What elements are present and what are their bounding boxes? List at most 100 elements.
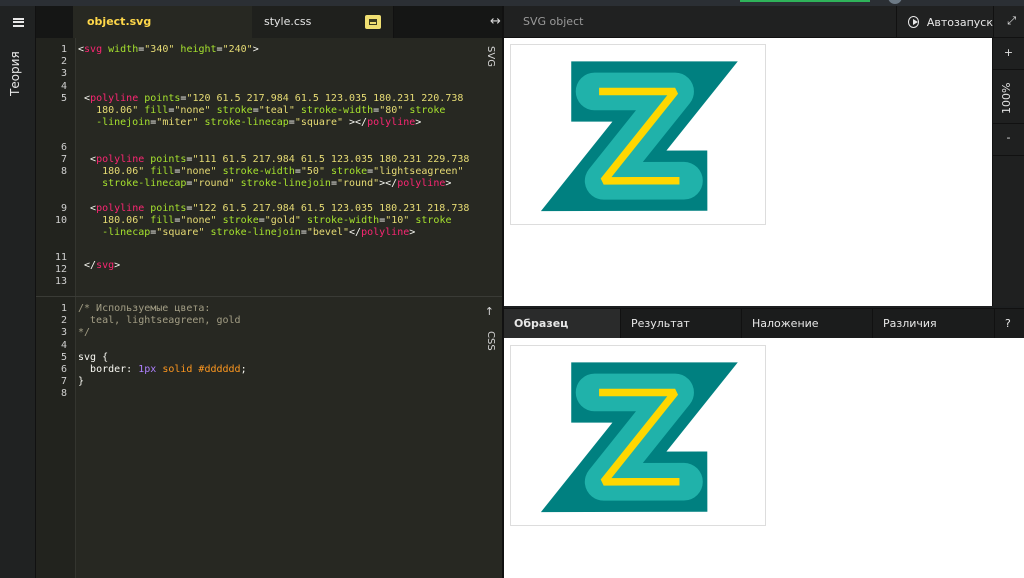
code-line: /* Используемые цвета: — [78, 303, 211, 314]
autorun-button[interactable]: Автозапуск — [896, 6, 994, 38]
code-token: 120 61.5 217.984 61.5 123.035 180.231 22… — [192, 93, 464, 104]
help-button[interactable]: ? — [995, 309, 1024, 339]
line-number: 2 — [60, 315, 67, 326]
separator — [993, 123, 1024, 124]
code-token: 50 — [306, 166, 319, 177]
expand-icon[interactable]: ⤢ — [1007, 14, 1016, 28]
line-number: 9 — [60, 203, 67, 214]
theory-tab[interactable]: Теория — [8, 50, 22, 98]
code-token: bevel — [312, 227, 343, 238]
code-line: <polyline points="120 61.5 217.984 61.5 … — [84, 93, 464, 104]
line-number: 6 — [60, 364, 67, 375]
code-token: 80 — [385, 105, 398, 116]
line-number: 13 — [54, 276, 67, 287]
line-number: 4 — [60, 340, 67, 351]
code-line: 180.06" fill="none" stroke="teal" stroke… — [96, 105, 446, 116]
line-number: 3 — [60, 68, 67, 79]
svg-result — [510, 44, 766, 225]
line-number: 2 — [60, 56, 67, 67]
tab-sample[interactable]: Образец — [504, 309, 621, 339]
code-token: 240 — [228, 44, 247, 55]
zoom-in-button[interactable]: + — [993, 46, 1024, 59]
sidebar: Теория — [0, 6, 36, 578]
code-token: 1px — [138, 364, 157, 375]
line-number: 8 — [60, 166, 67, 177]
code-token: round — [343, 178, 374, 189]
tab-differences[interactable]: Различия — [873, 309, 995, 339]
code-line: -linejoin="miter" stroke-linecap="square… — [96, 117, 422, 128]
code-line: 180.06" fill="none" stroke="gold" stroke… — [102, 215, 452, 226]
editor-mode-label: CSS — [485, 331, 496, 351]
code-line: 180.06" fill="none" stroke-width="50" st… — [102, 166, 464, 177]
tab-overlay[interactable]: Наложение — [742, 309, 873, 339]
code-line: } — [78, 376, 85, 387]
code-token: 180.06 — [102, 166, 139, 177]
code-token: 122 61.5 217.984 61.5 123.035 180.231 21… — [198, 203, 470, 214]
code-token: teal — [264, 105, 289, 116]
code-token: lightseagreen — [379, 166, 458, 177]
code-token: none — [186, 215, 211, 226]
code-token: miter — [162, 117, 193, 128]
result-z-drawing — [540, 61, 738, 212]
progress-indicator — [740, 0, 870, 2]
line-number: 8 — [60, 388, 67, 399]
line-number: 12 — [54, 264, 67, 275]
line-number: 6 — [60, 142, 67, 153]
preview-header: ↔ SVG object Автозапуск ⤢ — [490, 6, 1024, 38]
code-token: gold — [270, 215, 295, 226]
zoom-bar: + 100% - — [992, 38, 1024, 306]
code-line: <svg width="340" height="240"> — [78, 44, 259, 55]
code-token: border — [90, 364, 127, 375]
line-number: 11 — [54, 252, 67, 263]
menu-button[interactable] — [0, 6, 36, 38]
editor-tab-bar: object.svg style.css — [36, 6, 502, 38]
split-editor-icon[interactable] — [365, 15, 381, 29]
sample-canvas — [504, 338, 1024, 578]
line-number: 7 — [60, 376, 67, 387]
code-token: none — [186, 166, 211, 177]
code-token: square — [162, 227, 199, 238]
hamburger-icon — [12, 17, 24, 27]
svg-editor[interactable]: SVG <svg width="340" height="240"> <poly… — [36, 38, 502, 296]
css-editor[interactable]: ↑ CSS /* Используемые цвета: teal, light… — [36, 297, 502, 578]
autorun-label: Автозапуск — [926, 15, 993, 29]
code-token: 10 — [391, 215, 404, 226]
tab-result[interactable]: Результат — [621, 309, 742, 339]
tab-object-svg[interactable]: object.svg — [73, 6, 252, 38]
code-line: </svg> — [78, 260, 121, 271]
line-number: 5 — [60, 352, 67, 363]
code-token: round — [198, 178, 229, 189]
code-line: <polyline points="122 61.5 217.984 61.5 … — [90, 203, 470, 214]
code-token: 111 61.5 217.984 61.5 123.035 180.231 22… — [198, 154, 470, 165]
editor-mode-label: SVG — [485, 46, 496, 67]
code-line: svg { — [78, 352, 109, 363]
line-number: 5 — [60, 93, 67, 104]
code-line: teal, lightseagreen, gold — [78, 315, 241, 326]
line-number: 1 — [60, 44, 67, 55]
code-token: 180.06 — [102, 215, 139, 226]
line-number: 7 — [60, 154, 67, 165]
zoom-out-button[interactable]: - — [993, 131, 1024, 144]
code-line: stroke-linecap="round" stroke-linejoin="… — [102, 178, 452, 189]
preview-title: SVG object — [523, 15, 584, 28]
code-token: 180.06 — [96, 105, 133, 116]
line-number: 3 — [60, 327, 67, 338]
play-icon — [908, 16, 919, 28]
code-token: square — [300, 117, 337, 128]
code-line: border: 1px solid #dddddd; — [90, 364, 247, 375]
code-line: -linecap="square" stroke-linejoin="bevel… — [102, 227, 416, 238]
swap-panes-icon[interactable]: ↔ — [490, 14, 501, 29]
sample-z-drawing — [540, 362, 738, 513]
code-line: */ — [78, 327, 91, 338]
arrow-up-icon[interactable]: ↑ — [485, 305, 494, 318]
code-token: 340 — [150, 44, 169, 55]
separator — [993, 69, 1024, 70]
code-token: solid #dddddd — [162, 364, 241, 375]
line-number: 1 — [60, 303, 67, 314]
line-number: 4 — [60, 81, 67, 92]
code-token: none — [180, 105, 205, 116]
code-line: <polyline points="111 61.5 217.984 61.5 … — [90, 154, 470, 165]
avatar[interactable] — [888, 0, 902, 4]
zoom-level: 100% — [1000, 82, 1013, 114]
svg-sample — [510, 345, 766, 526]
